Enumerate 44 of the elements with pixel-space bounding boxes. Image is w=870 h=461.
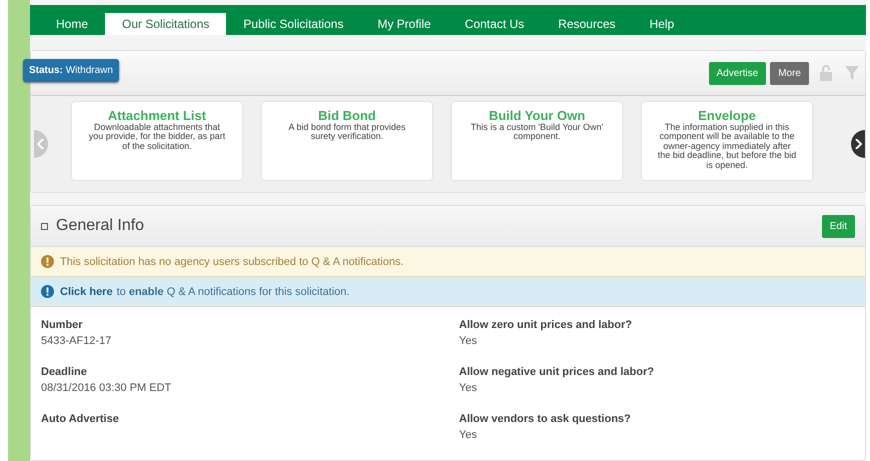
nav-tab[interactable]: Our Solicitations bbox=[105, 13, 226, 35]
nav-tab[interactable]: Home bbox=[30, 13, 106, 35]
component-card[interactable]: Envelope The information supplied in this component will be available to the owner-agency immediately after the bid deadline, but before the bid is opened. bbox=[642, 102, 812, 180]
field-value: 08/31/2016 03:30 PM EDT bbox=[41, 382, 172, 394]
nav-tab[interactable]: Public Solicitations bbox=[226, 13, 360, 35]
field-value: Yes bbox=[459, 335, 478, 347]
field-label: Allow vendors to ask questions? bbox=[459, 413, 632, 425]
field-label: Auto Advertise bbox=[41, 413, 120, 425]
field-label: Deadline bbox=[41, 366, 88, 378]
more-button[interactable]: More bbox=[770, 62, 809, 84]
exclamation-icon bbox=[41, 285, 54, 298]
collapse-icon[interactable] bbox=[41, 222, 48, 230]
padlock-icon[interactable] bbox=[819, 65, 833, 81]
click-here-link[interactable]: Click here bbox=[60, 286, 113, 298]
field-value: Yes bbox=[459, 382, 478, 394]
nav-tab[interactable]: Help bbox=[632, 13, 692, 35]
component-card[interactable]: Attachment List Downloadable attachments that you provide, for the bidder, as part of the solicitation. bbox=[72, 102, 242, 180]
card-title: Bid Bond bbox=[317, 108, 377, 123]
field-label: Allow negative unit prices and labor? bbox=[459, 366, 655, 378]
card-title: Envelope bbox=[697, 108, 757, 123]
filter-icon[interactable] bbox=[845, 66, 859, 80]
card-description: Downloadable attachments that you provide, for the bidder, as part of the solicitation. bbox=[88, 123, 226, 152]
nav-tab[interactable]: My Profile bbox=[360, 13, 448, 35]
section-title: General Info bbox=[56, 217, 146, 235]
field-label: Allow zero unit prices and labor? bbox=[459, 319, 633, 331]
card-description: The information supplied in this component will be available to the owner-agency immediately after the bid deadline, but before the bid is opened. bbox=[656, 123, 798, 170]
component-card[interactable]: Build Your Own This is a custom 'Build Your Own' component. bbox=[452, 102, 622, 180]
edit-button[interactable]: Edit bbox=[822, 214, 855, 238]
field-value: 5433-AF12-17 bbox=[41, 335, 112, 347]
alert-text: to enable Q & A notifications for this solicitation. bbox=[116, 286, 350, 298]
component-card[interactable]: Bid Bond A bid bond form that provides surety verification. bbox=[262, 102, 432, 180]
nav-tab[interactable]: Contact Us bbox=[448, 13, 542, 35]
advertise-button[interactable]: Advertise bbox=[708, 62, 766, 84]
card-title: Attachment List bbox=[106, 108, 208, 123]
card-title: Build Your Own bbox=[488, 108, 586, 123]
status-badge: Status: Withdrawn bbox=[23, 59, 119, 82]
alert-text: This solicitation has no agency users subscribed to Q & A notifications. bbox=[60, 256, 404, 268]
nav-tab[interactable]: Resources bbox=[541, 13, 633, 35]
next-arrow[interactable] bbox=[851, 130, 865, 158]
card-description: This is a custom 'Build Your Own' component. bbox=[470, 123, 604, 142]
field-value: Yes bbox=[459, 429, 478, 441]
card-description: A bid bond form that provides surety verification. bbox=[287, 123, 407, 142]
exclamation-icon bbox=[41, 255, 54, 268]
field-label: Number bbox=[41, 319, 84, 331]
